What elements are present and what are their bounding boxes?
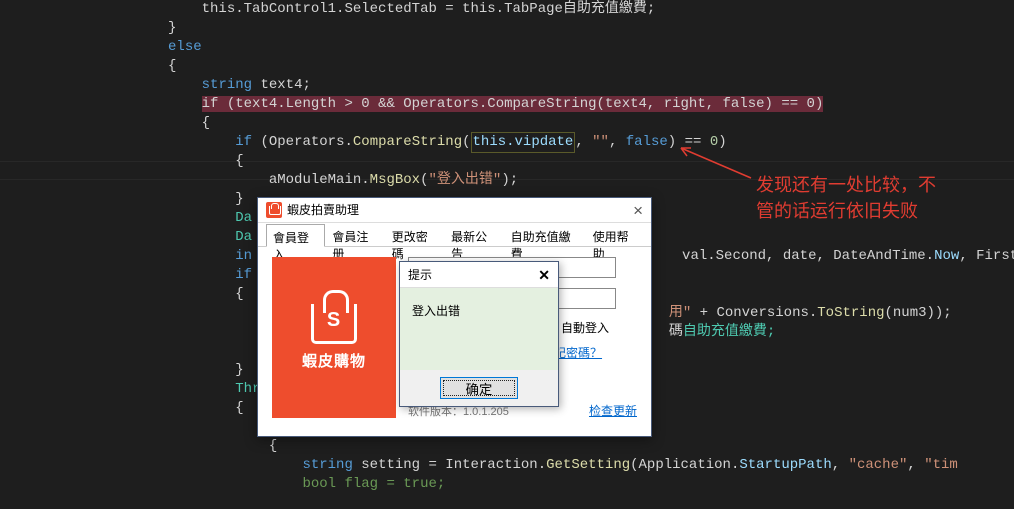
shopee-bag-icon <box>311 304 357 344</box>
tab-recharge[interactable]: 自助充值繳費 <box>504 223 586 246</box>
messagebox-text: 登入出错 <box>412 304 460 318</box>
code-line: bool flag = true; <box>0 475 1014 494</box>
code-line: { <box>0 152 1014 171</box>
tab-news[interactable]: 最新公告 <box>444 223 503 246</box>
app-logo-icon <box>266 202 282 218</box>
messagebox-ok-button[interactable]: 确定 <box>440 377 518 399</box>
tab-change-password[interactable]: 更改密碼 <box>385 223 444 246</box>
code-line: else <box>0 38 1014 57</box>
code-line: if (Operators.CompareString(this.vipdate… <box>0 133 1014 152</box>
code-line: } <box>0 19 1014 38</box>
tab-register[interactable]: 會員注册 <box>325 223 384 246</box>
annotation-text: 发现还有一处比较，不管的话运行依旧失败 <box>756 172 936 224</box>
check-update-link[interactable]: 检查更新 <box>589 402 637 419</box>
messagebox-title: 提示 <box>408 262 432 288</box>
brand-text: 蝦皮購物 <box>302 350 366 371</box>
brand-panel: 蝦皮購物 <box>272 257 396 418</box>
messagebox-dialog: 提示 ✕ 登入出错 确定 <box>399 261 559 407</box>
app-title: 蝦皮拍賣助理 <box>287 198 359 223</box>
code-line: this.TabControl1.SelectedTab = this.TabP… <box>0 0 1014 19</box>
code-line: string text4; <box>0 76 1014 95</box>
close-icon[interactable]: × <box>633 198 643 223</box>
code-line: string setting = Interaction.GetSetting(… <box>0 456 1014 475</box>
code-line: { <box>0 114 1014 133</box>
messagebox-close-icon[interactable]: ✕ <box>538 262 550 288</box>
messagebox-titlebar[interactable]: 提示 ✕ <box>400 262 558 288</box>
tab-login[interactable]: 會員登入 <box>266 224 325 247</box>
messagebox-body: 登入出错 <box>400 288 558 370</box>
code-line: { <box>0 437 1014 456</box>
code-line: { <box>0 57 1014 76</box>
tab-bar: 會員登入 會員注册 更改密碼 最新公告 自助充值繳費 使用帮助 <box>258 223 651 247</box>
auto-login-label: 自動登入 <box>561 319 609 336</box>
code-line-highlighted: if (text4.Length > 0 && Operators.Compar… <box>0 95 1014 114</box>
tab-help[interactable]: 使用帮助 <box>586 223 645 246</box>
app-titlebar[interactable]: 蝦皮拍賣助理 × <box>258 198 651 223</box>
